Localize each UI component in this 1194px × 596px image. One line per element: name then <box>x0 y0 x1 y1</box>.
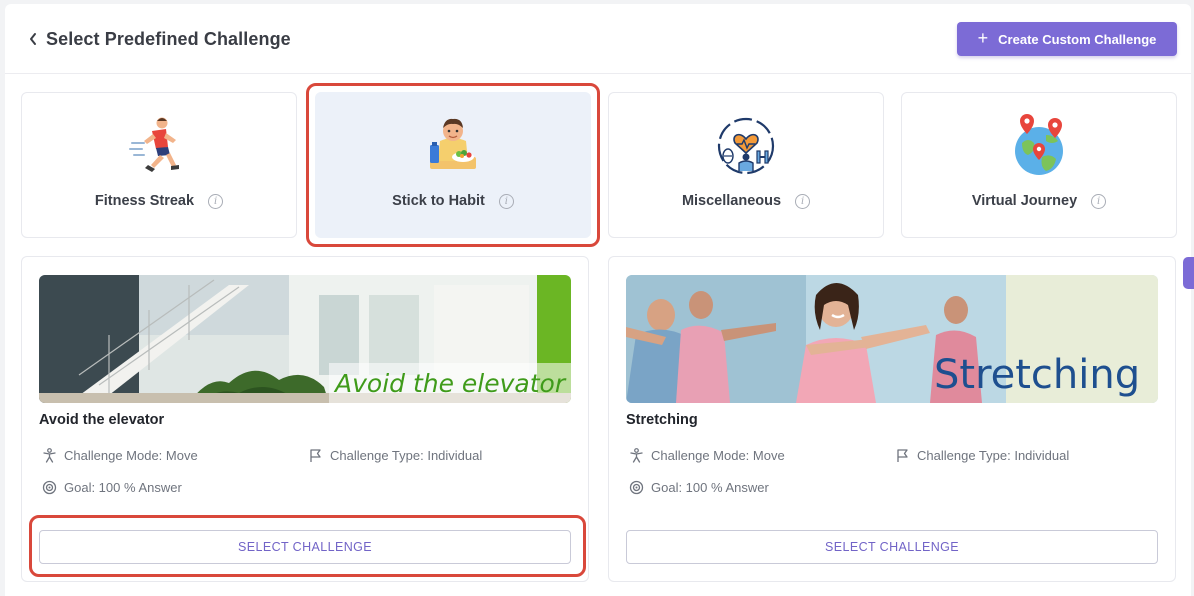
info-icon[interactable]: i <box>208 193 224 209</box>
category-miscellaneous[interactable]: Miscellaneous i <box>608 92 884 238</box>
page-title: Select Predefined Challenge <box>46 29 291 49</box>
category-label: Stick to Habit <box>392 193 485 209</box>
person-activity-icon <box>43 448 56 463</box>
category-label: Fitness Streak <box>94 193 195 209</box>
challenge-goal: Goal: 100 % Answer <box>42 480 182 495</box>
banner-image: Stretching <box>626 275 1158 403</box>
create-custom-challenge-label: Create Custom Challenge <box>998 31 1157 47</box>
challenge-title: Avoid the elevator <box>39 412 165 428</box>
running-man-icon <box>129 117 179 172</box>
info-icon[interactable]: i <box>795 193 811 209</box>
challenge-card-stretching: Stretching Stretching Challenge Mode: Mo… <box>608 256 1176 582</box>
banner-image: Avoid the elevator <box>39 275 571 403</box>
select-challenge-button[interactable]: SELECT CHALLENGE <box>39 530 571 564</box>
challenge-title: Stretching <box>626 412 698 428</box>
banner-text: Stretching <box>934 352 1140 398</box>
category-fitness-streak[interactable]: Fitness Streak i <box>21 92 297 238</box>
banner-text: Avoid the elevator <box>333 369 567 398</box>
health-fitness-icon <box>717 117 775 175</box>
side-panel-tab[interactable] <box>1183 257 1194 289</box>
info-icon[interactable]: i <box>1091 193 1107 209</box>
challenge-type: Challenge Type: Individual <box>308 448 482 463</box>
plus-icon: + <box>977 28 989 48</box>
page-header: Select Predefined Challenge + Create Cus… <box>5 4 1191 74</box>
select-challenge-button[interactable]: SELECT CHALLENGE <box>626 530 1158 564</box>
challenge-card-avoid-elevator: Avoid the elevator Avoid the elevator Ch… <box>21 256 589 582</box>
challenge-goal: Goal: 100 % Answer <box>629 480 769 495</box>
challenge-mode: Challenge Mode: Move <box>629 448 785 463</box>
category-label: Virtual Journey <box>971 193 1078 209</box>
category-label: Miscellaneous <box>681 193 782 209</box>
back-button[interactable] <box>25 28 41 50</box>
chevron-left-icon <box>30 33 36 45</box>
habit-person-icon <box>430 118 476 169</box>
target-icon <box>42 480 57 495</box>
challenge-type: Challenge Type: Individual <box>895 448 1069 463</box>
flag-icon <box>897 449 908 462</box>
main-panel: Select Predefined Challenge + Create Cus… <box>5 4 1191 596</box>
flag-icon <box>310 449 321 462</box>
globe-pins-icon <box>1015 114 1063 175</box>
target-icon <box>629 480 644 495</box>
challenge-mode: Challenge Mode: Move <box>42 448 198 463</box>
person-activity-icon <box>630 448 643 463</box>
category-stick-to-habit[interactable]: Stick to Habit i <box>315 92 591 238</box>
category-virtual-journey[interactable]: Virtual Journey i <box>901 92 1177 238</box>
create-custom-challenge-button[interactable]: + Create Custom Challenge <box>957 22 1177 56</box>
info-icon[interactable]: i <box>498 193 514 209</box>
